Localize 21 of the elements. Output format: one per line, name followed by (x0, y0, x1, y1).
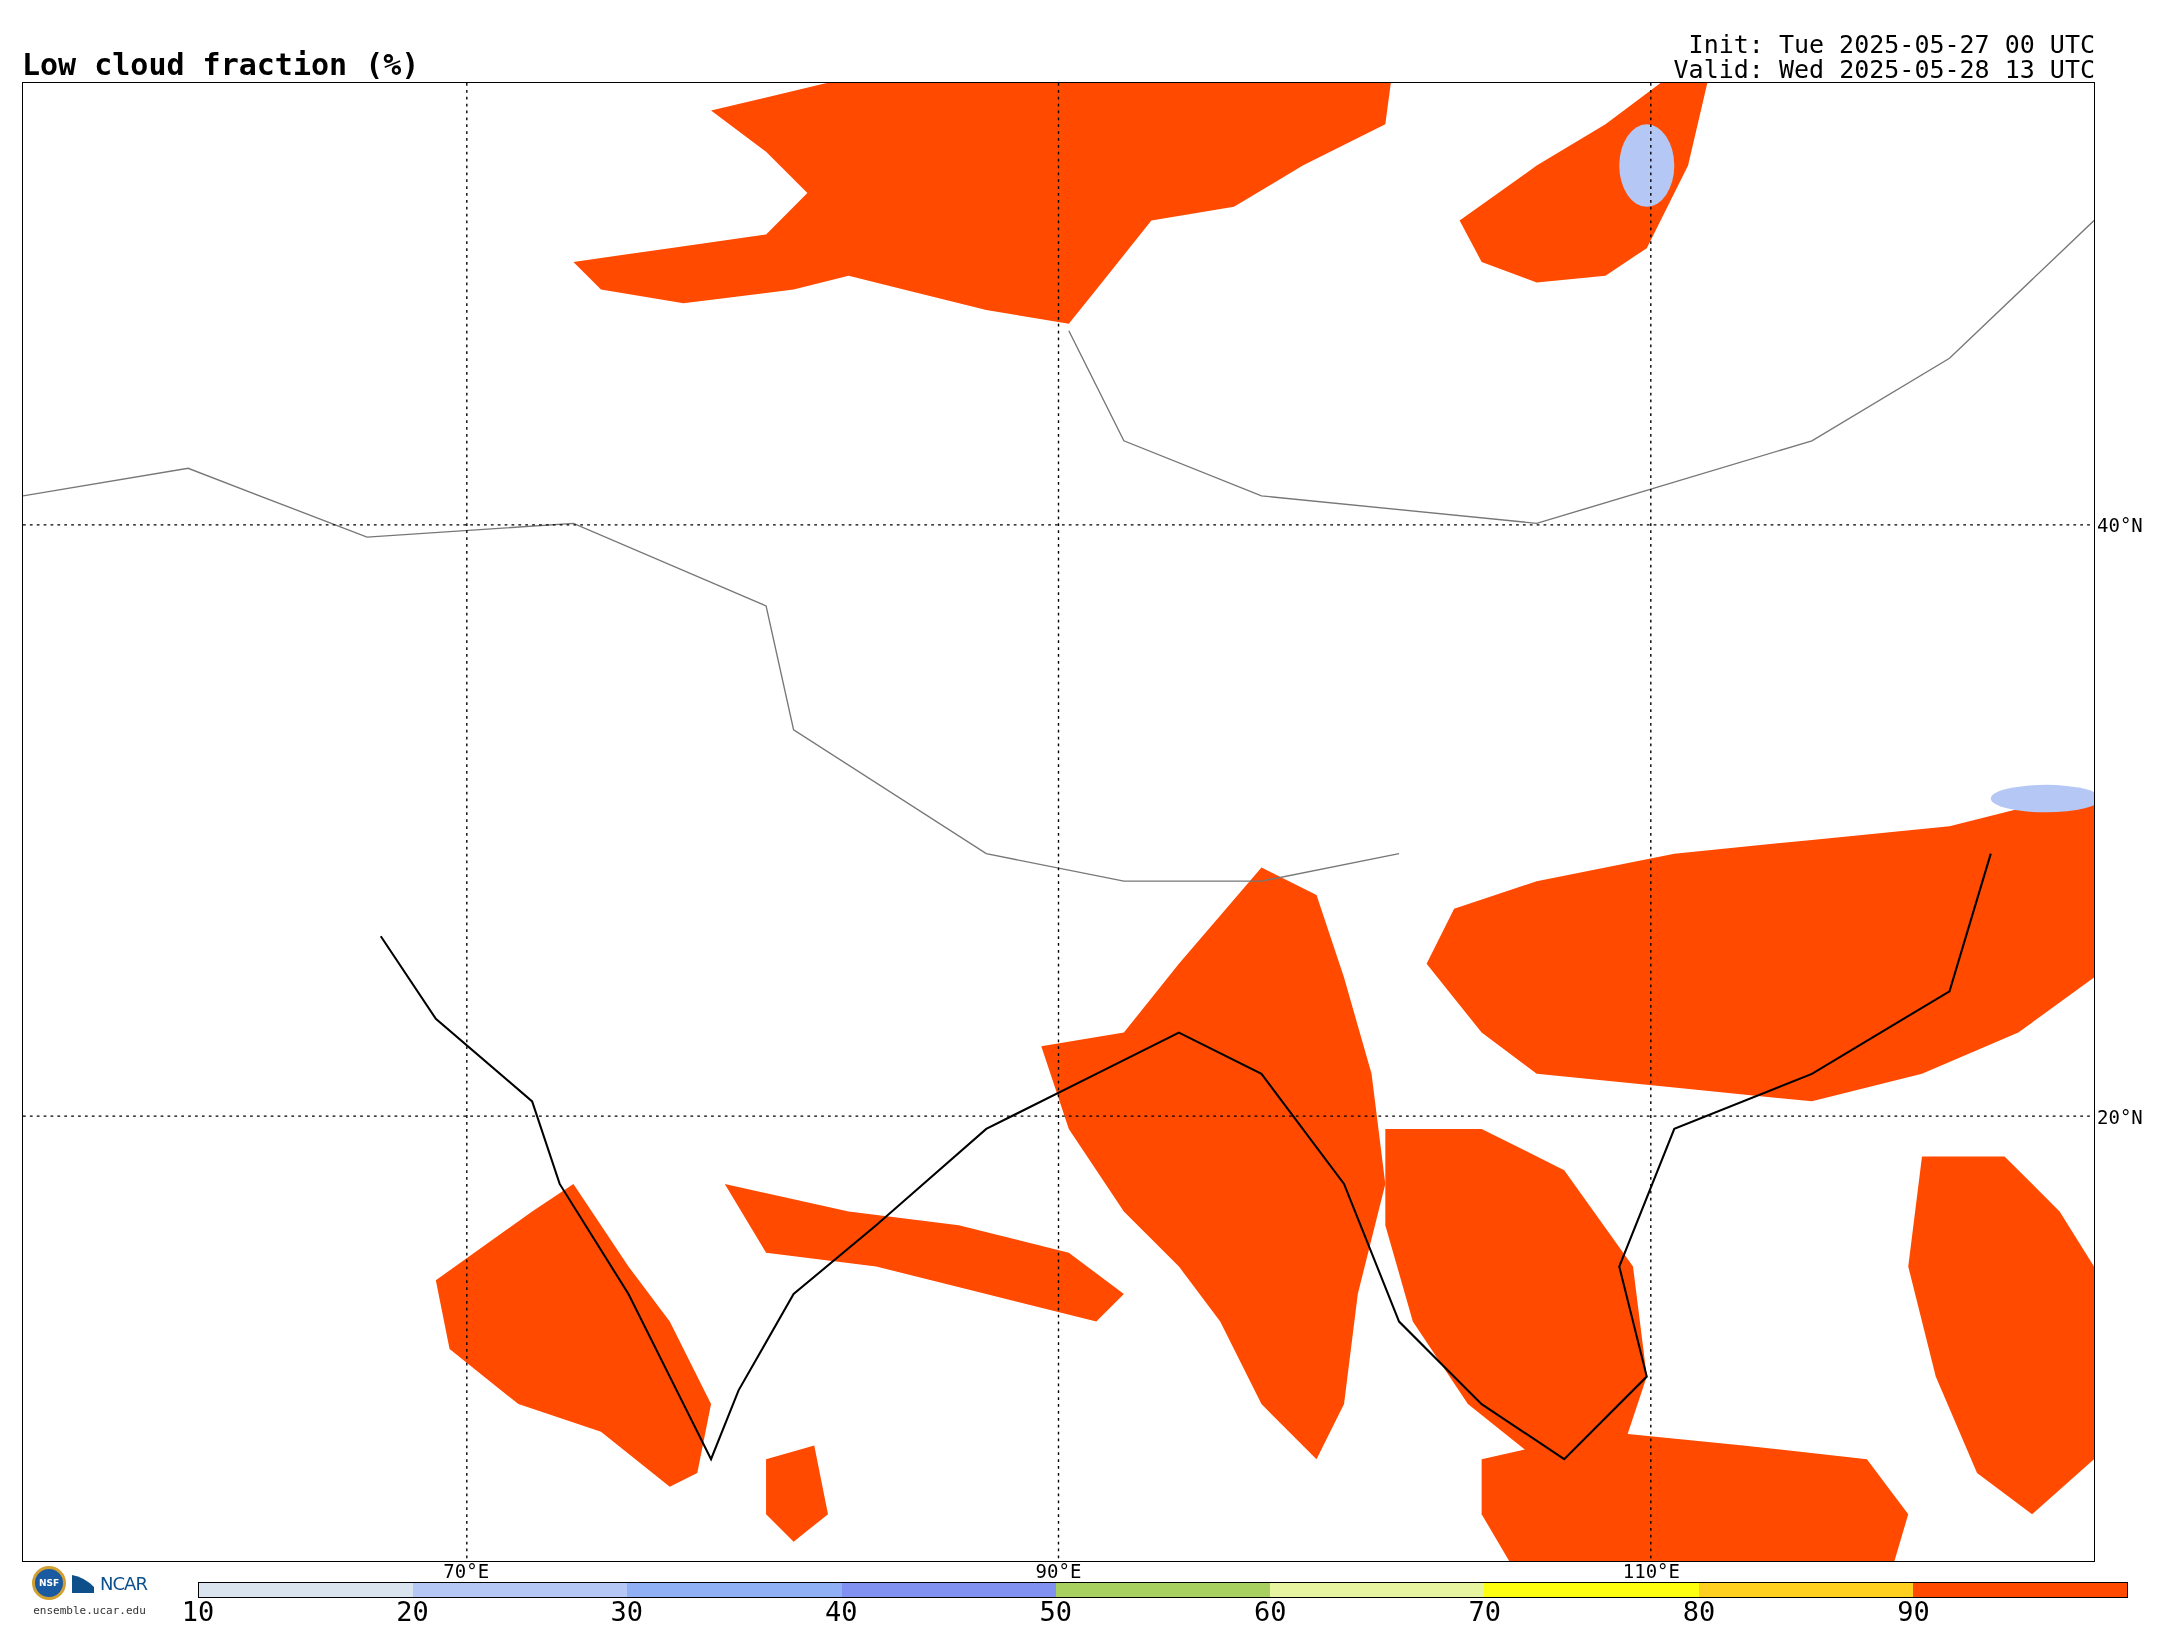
wave-logo-icon (72, 1573, 95, 1593)
colorbar-tick-label: 40 (825, 1598, 858, 1626)
colorbar-tick-label: 80 (1682, 1598, 1716, 1626)
site-url: ensemble.ucar.edu (33, 1604, 146, 1617)
colorbar-tick-label: 70 (1468, 1598, 1501, 1626)
init-time: Init: Tue 2025-05-27 00 UTC (1688, 32, 2095, 57)
longitude-label: 110°E (1622, 1560, 1680, 1582)
colorbar-tick-label: 30 (610, 1598, 644, 1626)
colorbar-tick-label: 50 (1039, 1598, 1072, 1626)
seal-logo: NSF (32, 1566, 67, 1600)
colorbar-tick-label: 20 (396, 1598, 429, 1626)
colorbar-tick-label: 90 (1897, 1598, 1930, 1626)
latitude-label: 20°N (2097, 1105, 2143, 1128)
valid-time: Valid: Wed 2025-05-28 13 UTC (1673, 57, 2095, 82)
longitude-label: 90°E (1035, 1560, 1082, 1582)
logo-text: NCAR (100, 1572, 147, 1594)
colorbar-tick-label: 60 (1253, 1598, 1287, 1626)
longitude-label: 70°E (443, 1560, 490, 1582)
latitude-label: 40°N (2097, 513, 2143, 536)
colorbar-tick-label: 10 (181, 1598, 215, 1626)
chart-title: Low cloud fraction (%) (22, 50, 420, 80)
